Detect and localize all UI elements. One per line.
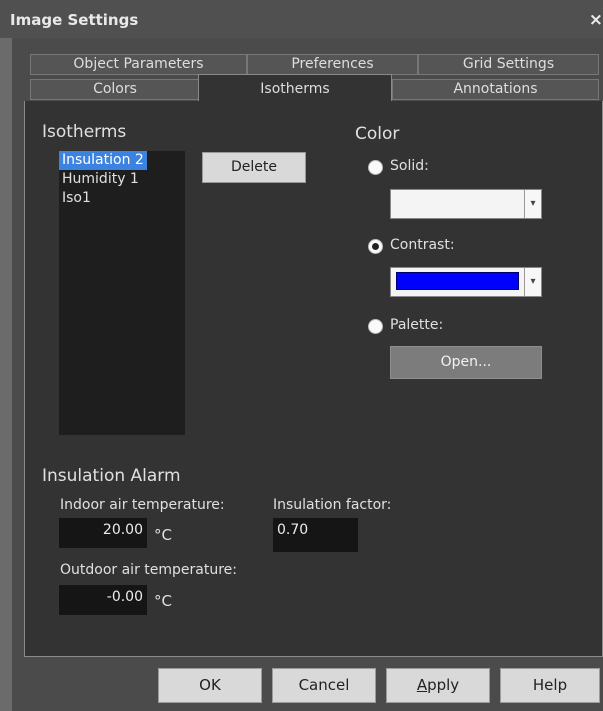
outdoor-temp-unit: °C: [154, 592, 172, 610]
title-bar: Image Settings ×: [0, 0, 603, 38]
delete-button[interactable]: Delete: [202, 152, 306, 183]
solid-color-dropdown[interactable]: ▾: [390, 189, 542, 219]
contrast-color-swatch: [396, 272, 519, 290]
indoor-temp-unit: °C: [154, 526, 172, 544]
ok-button[interactable]: OK: [158, 668, 262, 703]
window-title: Image Settings: [10, 11, 139, 29]
contrast-radio[interactable]: [368, 239, 383, 254]
tab-preferences[interactable]: Preferences: [247, 54, 418, 75]
palette-label: Palette:: [390, 317, 444, 333]
help-button[interactable]: Help: [500, 668, 600, 703]
cancel-button[interactable]: Cancel: [272, 668, 376, 703]
chevron-down-icon: ▾: [524, 268, 541, 296]
list-item-humidity-1[interactable]: Humidity 1: [59, 170, 142, 189]
apply-label: pply: [427, 676, 460, 694]
tab-isotherms[interactable]: Isotherms: [198, 74, 392, 102]
isotherms-section-title: Isotherms: [42, 122, 127, 142]
indoor-temp-label: Indoor air temperature:: [60, 497, 225, 513]
tab-grid-settings[interactable]: Grid Settings: [418, 54, 599, 75]
list-item-insulation-2[interactable]: Insulation 2: [59, 151, 147, 170]
tab-annotations[interactable]: Annotations: [392, 79, 599, 100]
chevron-down-icon: ▾: [524, 190, 541, 218]
contrast-color-dropdown[interactable]: ▾: [390, 267, 542, 297]
apply-mnemonic: A: [416, 676, 428, 694]
color-section-title: Color: [355, 124, 400, 144]
open-palette-button[interactable]: Open...: [390, 346, 542, 379]
insulation-factor-label: Insulation factor:: [273, 497, 392, 513]
insulation-factor-input[interactable]: 0.70: [273, 518, 358, 552]
tab-colors[interactable]: Colors: [30, 79, 200, 100]
solid-radio[interactable]: [368, 160, 383, 175]
outdoor-temp-input[interactable]: -0.00: [59, 585, 147, 615]
list-item-iso1[interactable]: Iso1: [59, 189, 94, 208]
insulation-alarm-title: Insulation Alarm: [42, 466, 181, 486]
isotherms-list[interactable]: Insulation 2 Humidity 1 Iso1: [59, 151, 185, 435]
outdoor-temp-label: Outdoor air temperature:: [60, 562, 237, 578]
indoor-temp-input[interactable]: 20.00: [59, 518, 147, 548]
tab-object-parameters[interactable]: Object Parameters: [30, 54, 247, 75]
close-icon[interactable]: ×: [589, 10, 603, 30]
contrast-label: Contrast:: [390, 237, 455, 253]
palette-radio[interactable]: [368, 319, 383, 334]
apply-button[interactable]: Apply: [386, 668, 490, 703]
solid-label: Solid:: [390, 158, 429, 174]
